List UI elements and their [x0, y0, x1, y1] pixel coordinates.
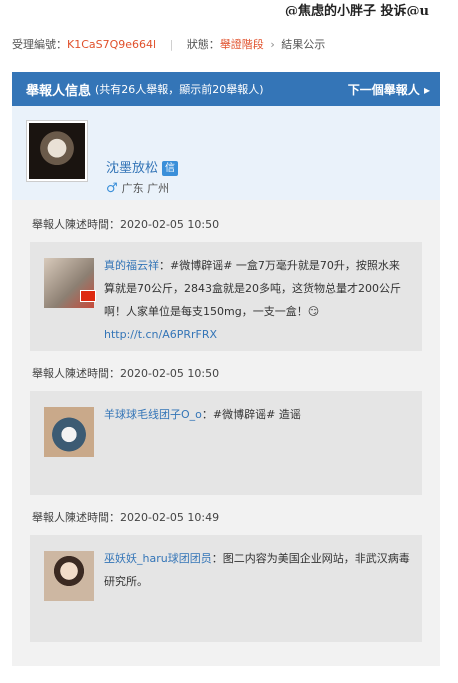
user-link[interactable]: 羊球球毛线团子O_o [104, 408, 202, 421]
record-text: ：#微博辟谣# 造谣 [201, 408, 301, 421]
reporter-location-row: ♂ 广东 广州 [106, 180, 169, 196]
records-area: 舉報人陳述時間：2020-02-05 10:50 真的福云祥：#微博辟谣# 一盒… [12, 200, 440, 666]
male-icon: ♂ [106, 181, 118, 196]
record-card: 真的福云祥：#微博辟谣# 一盒7万毫升就是70升，按照水来算就是70公斤，284… [30, 242, 422, 351]
panel-subtitle: (共有26人舉報，顯示前20舉報人) [95, 83, 264, 96]
user-avatar[interactable] [44, 551, 94, 601]
panel-header: 舉報人信息 (共有26人舉報，顯示前20舉報人) 下一個舉報人 ▸ [12, 72, 440, 106]
panel-title: 舉報人信息 [26, 83, 92, 99]
short-link[interactable]: http://t.cn/A6PRrFRX [104, 328, 217, 341]
reporter-location: 广东 广州 [121, 182, 170, 195]
verified-badge-icon: 信 [162, 161, 179, 176]
record-content: 羊球球毛线团子O_o：#微博辟谣# 造谣 [104, 391, 422, 426]
next-reporter-button[interactable]: 下一個舉報人 ▸ [348, 81, 430, 98]
page-title: @焦虑的小胖子 投诉@u [285, 4, 429, 16]
divider: | [169, 38, 174, 51]
status-value: 舉證階段 [219, 38, 264, 51]
record-time: 舉報人陳述時間：2020-02-05 10:50 [32, 367, 220, 380]
record-time: 舉報人陳述時間：2020-02-05 10:50 [32, 218, 220, 231]
user-link[interactable]: 真的福云祥 [104, 259, 159, 272]
reporter-panel: 舉報人信息 (共有26人舉報，顯示前20舉報人) 下一個舉報人 ▸ 沈墨放松信 … [12, 72, 440, 666]
avatar[interactable] [26, 120, 88, 182]
caret-right-icon: ▸ [423, 82, 430, 97]
status-label: 狀態： [186, 38, 220, 51]
case-info-bar: 受理編號：K1CaS7Q9e664l | 狀態：舉證階段 › 結果公示 [12, 36, 448, 54]
reporter-name-row: 沈墨放松信 [106, 157, 179, 176]
record-time: 舉報人陳述時間：2020-02-05 10:49 [32, 511, 220, 524]
user-link[interactable]: 巫妖妖_haru球团团员 [104, 552, 212, 565]
next-reporter-label: 下一個舉報人 [347, 82, 420, 97]
reporter-name[interactable]: 沈墨放松 [106, 161, 158, 176]
case-id-value: K1CaS7Q9e664l [67, 38, 157, 51]
record-card: 巫妖妖_haru球团团员：图二内容为美国企业网站，非武汉病毒研究所。 [30, 535, 422, 642]
chevron-right-icon: › [270, 38, 275, 51]
record-content: 巫妖妖_haru球团团员：图二内容为美国企业网站，非武汉病毒研究所。 [104, 535, 422, 593]
china-flag-icon [80, 290, 96, 302]
next-step-label: 結果公示 [281, 38, 326, 51]
case-id-label: 受理編號： [12, 38, 67, 51]
cat-avatar-image [29, 123, 85, 179]
record-card: 羊球球毛线团子O_o：#微博辟谣# 造谣 [30, 391, 422, 495]
record-content: 真的福云祥：#微博辟谣# 一盒7万毫升就是70升，按照水来算就是70公斤，284… [104, 242, 422, 346]
reporter-card: 沈墨放松信 ♂ 广东 广州 [12, 106, 440, 200]
user-avatar[interactable] [44, 407, 94, 457]
